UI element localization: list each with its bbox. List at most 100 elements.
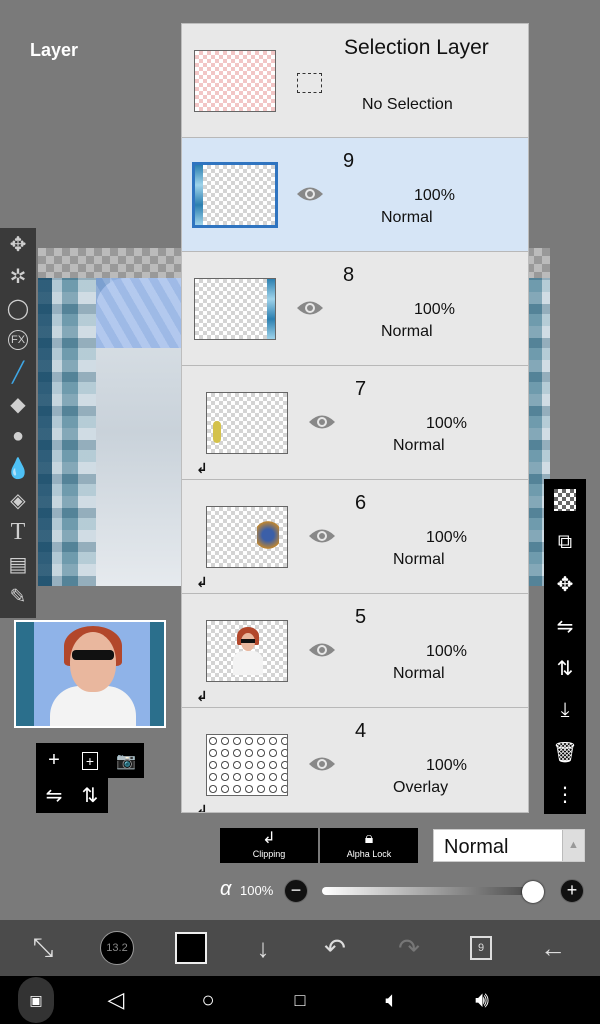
undo-icon[interactable]: ↶ (314, 920, 356, 976)
layer-thumbnail[interactable] (194, 278, 276, 340)
lasso-icon[interactable]: ◯ (0, 292, 36, 324)
visibility-eye-icon[interactable] (296, 299, 324, 317)
blend-mode-select[interactable]: Normal ▲ (433, 829, 585, 862)
selection-layer-row[interactable]: Selection Layer No Selection (182, 24, 528, 138)
layers-button[interactable]: 9 (460, 920, 502, 976)
selection-marquee-icon (297, 73, 322, 93)
canvas-preview-thumbnail (14, 620, 166, 728)
nav-back-icon[interactable]: ◁ (100, 976, 132, 1024)
clip-indicator-icon: ↲ (196, 574, 208, 590)
layer-actions: + + 📷 ⇋ ⇅ (36, 743, 144, 813)
color-picker-button[interactable] (170, 920, 212, 976)
back-arrow-icon[interactable]: ← (532, 920, 574, 976)
lock-icon: 🔒︎ (364, 830, 374, 847)
brush-icon[interactable]: ╱ (0, 356, 36, 388)
left-toolbar: ✥ ✲ ◯ FX ╱ ◆ ● 💧 ◈ T ▤ ✎ (0, 228, 36, 618)
brush-size-button[interactable]: 13.2 (96, 920, 138, 976)
opacity-increase-button[interactable]: + (560, 879, 584, 903)
smudge-icon[interactable]: ● (0, 420, 36, 452)
bottom-app-bar: ⤡ 13.2 ↓ ↶ ↷ 9 ← (0, 920, 600, 976)
opacity-decrease-button[interactable]: − (284, 879, 308, 903)
clip-indicator-icon: ↲ (196, 688, 208, 704)
flip-vertical-icon[interactable]: ⇅ (544, 647, 586, 689)
layer-thumbnail[interactable] (206, 392, 288, 454)
fx-icon[interactable]: FX (0, 324, 36, 356)
volume-down-icon[interactable]: 🔈︎ (376, 976, 408, 1024)
opacity-slider-thumb[interactable] (522, 881, 544, 903)
layer-blend-mode: Normal (381, 323, 433, 340)
screenshot-icon[interactable]: ▣ (18, 977, 54, 1023)
nav-recents-icon[interactable]: □ (284, 976, 316, 1024)
layer-thumbnail[interactable] (192, 162, 278, 228)
layer-opacity: 100% (426, 757, 467, 774)
layer-row[interactable]: 9 100% Normal (182, 138, 528, 252)
dropdown-arrow-icon[interactable]: ▲ (562, 830, 584, 861)
add-layer-box-icon[interactable]: + (72, 743, 108, 778)
clipping-label: Clipping (252, 849, 286, 859)
blend-mode-value: Normal (444, 836, 509, 858)
add-layer-icon[interactable]: + (36, 743, 72, 778)
layer-number: 7 (355, 378, 367, 400)
layer-blend-mode: Normal (393, 551, 445, 568)
layer-count-badge: 9 (470, 936, 492, 960)
volume-up-icon[interactable]: 🔊︎ (466, 976, 498, 1024)
layer-thumbnail[interactable] (206, 734, 288, 796)
flip-layer-horizontal-icon[interactable]: ⇋ (36, 778, 72, 813)
clipping-button[interactable]: ↲ Clipping (220, 828, 318, 863)
frame-divider-icon[interactable]: ▤ (0, 548, 36, 580)
layer-row[interactable]: ↲ 6 100% Normal (182, 480, 528, 594)
move-icon[interactable]: ✥ (0, 228, 36, 260)
layer-opacity: 100% (426, 415, 467, 432)
text-icon[interactable]: T (0, 516, 36, 548)
android-nav-bar: ▣ ◁ ○ □ 🔈︎ 🔊︎ (0, 976, 600, 1024)
layer-opacity: 100% (426, 643, 467, 660)
visibility-eye-icon[interactable] (308, 755, 336, 773)
flip-layer-vertical-icon[interactable]: ⇅ (72, 778, 108, 813)
opacity-value: 100% (240, 883, 274, 898)
opacity-slider[interactable] (322, 881, 544, 903)
download-arrow-icon[interactable]: ↓ (242, 920, 284, 976)
eyedropper-icon[interactable]: ✎ (0, 580, 36, 612)
trash-icon[interactable]: 🗑 (544, 731, 586, 773)
layer-row[interactable]: ↲ 7 100% Normal (182, 366, 528, 480)
checker-icon[interactable] (544, 479, 586, 521)
brush-eraser-toggle-icon[interactable]: ⤡ (22, 920, 64, 976)
visibility-eye-icon[interactable] (308, 641, 336, 659)
app-screen: Layer ✥ ✲ ◯ FX ╱ ◆ ● 💧 ◈ T ▤ ✎ Selection… (0, 0, 600, 920)
selection-status: No Selection (362, 96, 453, 113)
layer-opacity: 100% (426, 529, 467, 546)
layer-row[interactable]: ↲ 4 100% Overlay (182, 708, 528, 812)
layer-thumbnail[interactable] (206, 620, 288, 682)
layer-number: 8 (343, 264, 355, 286)
layer-opacity: 100% (414, 301, 455, 318)
transform-reference-icon[interactable]: ⧉ (544, 521, 586, 563)
layer-opacity: 100% (414, 187, 455, 204)
alpha-lock-button[interactable]: 🔒︎ Alpha Lock (320, 828, 418, 863)
visibility-eye-icon[interactable] (308, 413, 336, 431)
move-cross-icon[interactable]: ✥ (544, 563, 586, 605)
eraser-icon[interactable]: ◆ (0, 388, 36, 420)
redo-icon[interactable]: ↷ (388, 920, 430, 976)
opacity-row: α 100% − + (220, 878, 590, 906)
merge-down-icon[interactable]: ⤓ (544, 689, 586, 731)
layer-thumbnail[interactable] (206, 506, 288, 568)
panel-title: Layer (30, 40, 79, 60)
layer-number: 5 (355, 606, 367, 628)
flip-horizontal-icon[interactable]: ⇋ (544, 605, 586, 647)
more-icon[interactable]: ⋮ (544, 773, 586, 815)
brush-size-value: 13.2 (100, 931, 134, 965)
magic-wand-icon[interactable]: ✲ (0, 260, 36, 292)
selection-layer-title: Selection Layer (344, 36, 489, 59)
visibility-eye-icon[interactable] (296, 185, 324, 203)
layer-blend-mode: Normal (381, 209, 433, 226)
visibility-eye-icon[interactable] (308, 527, 336, 545)
layer-blend-mode: Overlay (393, 779, 449, 796)
camera-icon[interactable]: 📷 (108, 743, 144, 778)
layer-row[interactable]: 8 100% Normal (182, 252, 528, 366)
current-color-swatch (175, 932, 207, 964)
fill-icon[interactable]: ◈ (0, 484, 36, 516)
alpha-symbol: α (220, 878, 232, 900)
layer-row[interactable]: ↲ 5 100% Normal (182, 594, 528, 708)
nav-home-icon[interactable]: ○ (192, 976, 224, 1024)
blur-icon[interactable]: 💧 (0, 452, 36, 484)
